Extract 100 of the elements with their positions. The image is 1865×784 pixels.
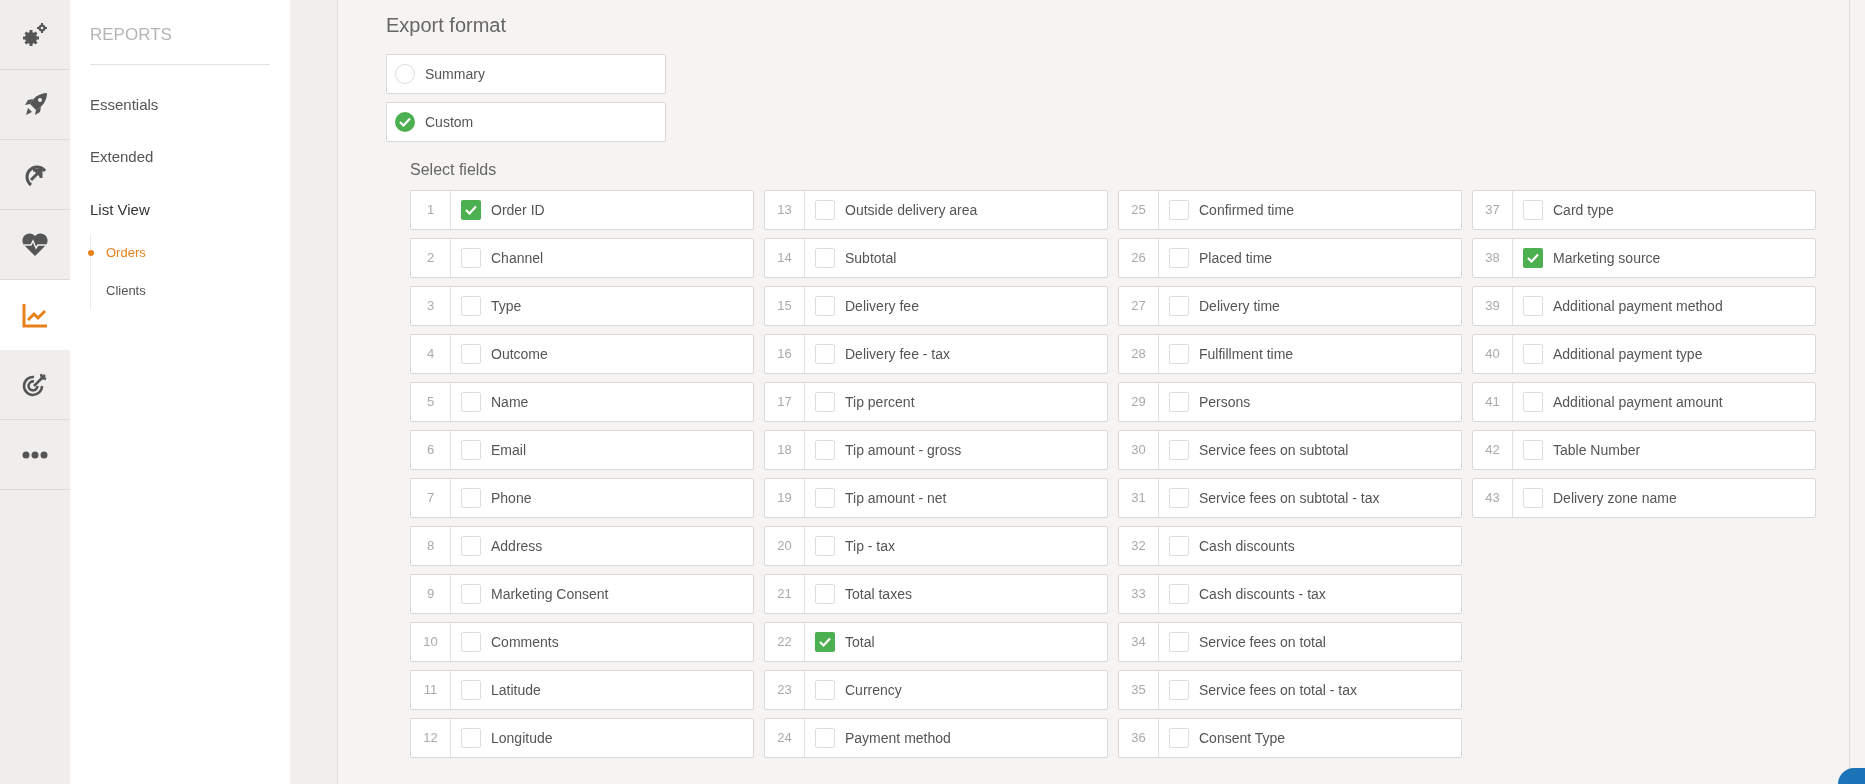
checkbox[interactable] — [461, 392, 481, 412]
checkbox[interactable] — [1169, 536, 1189, 556]
checkbox[interactable] — [815, 632, 835, 652]
checkbox[interactable] — [461, 584, 481, 604]
gears-icon[interactable] — [22, 21, 48, 48]
field-option[interactable]: 2 Channel — [410, 238, 754, 278]
checkbox[interactable] — [461, 248, 481, 268]
checkbox[interactable] — [461, 200, 481, 220]
field-option[interactable]: 17 Tip percent — [764, 382, 1108, 422]
checkbox[interactable] — [1169, 200, 1189, 220]
field-option[interactable]: 40 Additional payment type — [1472, 334, 1816, 374]
field-option[interactable]: 22 Total — [764, 622, 1108, 662]
checkbox[interactable] — [1169, 392, 1189, 412]
field-option[interactable]: 16 Delivery fee - tax — [764, 334, 1108, 374]
field-option[interactable]: 15 Delivery fee — [764, 286, 1108, 326]
checkbox[interactable] — [461, 728, 481, 748]
checkbox[interactable] — [1169, 440, 1189, 460]
checkbox[interactable] — [815, 200, 835, 220]
chat-button[interactable] — [1838, 768, 1865, 784]
field-option[interactable]: 30 Service fees on subtotal — [1118, 430, 1462, 470]
checkbox[interactable] — [1523, 488, 1543, 508]
field-option[interactable]: 11 Latitude — [410, 670, 754, 710]
checkbox[interactable] — [1523, 392, 1543, 412]
field-option[interactable]: 39 Additional payment method — [1472, 286, 1816, 326]
checkbox[interactable] — [1523, 248, 1543, 268]
checkbox[interactable] — [1523, 296, 1543, 316]
field-option[interactable]: 26 Placed time — [1118, 238, 1462, 278]
field-option[interactable]: 1 Order ID — [410, 190, 754, 230]
checkbox[interactable] — [461, 680, 481, 700]
checkbox[interactable] — [461, 344, 481, 364]
field-option[interactable]: 19 Tip amount - net — [764, 478, 1108, 518]
field-option[interactable]: 10 Comments — [410, 622, 754, 662]
checkbox[interactable] — [461, 488, 481, 508]
field-option[interactable]: 23 Currency — [764, 670, 1108, 710]
checkbox[interactable] — [461, 536, 481, 556]
checkbox[interactable] — [1523, 344, 1543, 364]
checkbox[interactable] — [815, 584, 835, 604]
field-option[interactable]: 20 Tip - tax — [764, 526, 1108, 566]
field-option[interactable]: 43 Delivery zone name — [1472, 478, 1816, 518]
line-chart-icon[interactable] — [22, 301, 48, 328]
heart-pulse-icon[interactable] — [21, 231, 49, 258]
field-option[interactable]: 27 Delivery time — [1118, 286, 1462, 326]
target-arrow-icon[interactable] — [22, 371, 48, 398]
field-option[interactable]: 21 Total taxes — [764, 574, 1108, 614]
radio-option[interactable]: Custom — [386, 102, 666, 142]
field-option[interactable]: 7 Phone — [410, 478, 754, 518]
radio-checked[interactable] — [395, 112, 415, 132]
checkbox[interactable] — [815, 344, 835, 364]
more-icon[interactable] — [22, 450, 48, 459]
checkbox[interactable] — [815, 680, 835, 700]
checkbox[interactable] — [1523, 200, 1543, 220]
checkbox[interactable] — [461, 632, 481, 652]
field-option[interactable]: 36 Consent Type — [1118, 718, 1462, 758]
field-option[interactable]: 4 Outcome — [410, 334, 754, 374]
sidebar-item[interactable]: Essentials — [90, 78, 159, 131]
checkbox[interactable] — [1169, 296, 1189, 316]
field-option[interactable]: 12 Longitude — [410, 718, 754, 758]
checkbox[interactable] — [815, 296, 835, 316]
sidebar-item[interactable]: List View — [90, 183, 150, 236]
field-option[interactable]: 33 Cash discounts - tax — [1118, 574, 1462, 614]
field-option[interactable]: 38 Marketing source — [1472, 238, 1816, 278]
field-option[interactable]: 28 Fulfillment time — [1118, 334, 1462, 374]
sidebar-item[interactable]: Extended — [90, 131, 154, 184]
field-option[interactable]: 9 Marketing Consent — [410, 574, 754, 614]
field-option[interactable]: 25 Confirmed time — [1118, 190, 1462, 230]
field-option[interactable]: 31 Service fees on subtotal - tax — [1118, 478, 1462, 518]
sidebar-subitem[interactable]: Clients — [106, 281, 146, 301]
field-option[interactable]: 37 Card type — [1472, 190, 1816, 230]
field-option[interactable]: 32 Cash discounts — [1118, 526, 1462, 566]
checkbox[interactable] — [815, 440, 835, 460]
checkbox[interactable] — [1169, 248, 1189, 268]
checkbox[interactable] — [1169, 584, 1189, 604]
field-option[interactable]: 41 Additional payment amount — [1472, 382, 1816, 422]
field-option[interactable]: 29 Persons — [1118, 382, 1462, 422]
checkbox[interactable] — [815, 536, 835, 556]
rocket-icon[interactable] — [22, 91, 48, 118]
checkbox[interactable] — [815, 728, 835, 748]
checkbox[interactable] — [461, 440, 481, 460]
checkbox[interactable] — [1169, 344, 1189, 364]
checkbox[interactable] — [815, 248, 835, 268]
checkbox[interactable] — [815, 488, 835, 508]
field-option[interactable]: 14 Subtotal — [764, 238, 1108, 278]
field-option[interactable]: 18 Tip amount - gross — [764, 430, 1108, 470]
checkbox[interactable] — [1169, 632, 1189, 652]
field-option[interactable]: 35 Service fees on total - tax — [1118, 670, 1462, 710]
checkbox[interactable] — [815, 392, 835, 412]
field-option[interactable]: 34 Service fees on total — [1118, 622, 1462, 662]
field-option[interactable]: 8 Address — [410, 526, 754, 566]
checkbox[interactable] — [1523, 440, 1543, 460]
field-option[interactable]: 6 Email — [410, 430, 754, 470]
field-option[interactable]: 5 Name — [410, 382, 754, 422]
field-option[interactable]: 13 Outside delivery area — [764, 190, 1108, 230]
checkbox[interactable] — [1169, 680, 1189, 700]
checkbox[interactable] — [461, 296, 481, 316]
field-option[interactable]: 3 Type — [410, 286, 754, 326]
checkbox[interactable] — [1169, 728, 1189, 748]
checkbox[interactable] — [1169, 488, 1189, 508]
field-option[interactable]: 42 Table Number — [1472, 430, 1816, 470]
field-option[interactable]: 24 Payment method — [764, 718, 1108, 758]
radio-option[interactable]: Summary — [386, 54, 666, 94]
